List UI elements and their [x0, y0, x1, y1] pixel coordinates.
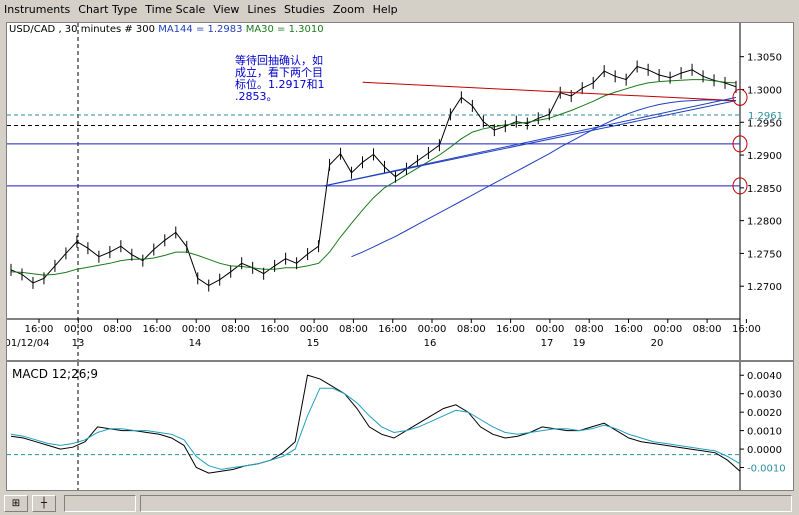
line-tool-icon: ┼	[40, 498, 48, 509]
macd-title: MACD 12;26;9	[12, 367, 99, 381]
chart-annotation: 等待回抽确认，如 成立，看下两个目 标位。1.2917和1 .2853。	[235, 54, 325, 103]
price-label: 1.2961	[748, 111, 783, 122]
x-tick-label: 16:00	[25, 324, 54, 335]
trendline	[362, 81, 737, 102]
menu-item-zoom[interactable]: Zoom	[329, 0, 369, 20]
price-chart-pane[interactable]: USD/CAD , 30 minutes # 300 MA144 = 1.298…	[6, 22, 794, 361]
crosshair-tool-button[interactable]: ⊞	[4, 495, 28, 512]
macd-y-tick-label: 0.0020	[747, 408, 782, 419]
menu-item-view[interactable]: View	[209, 0, 243, 20]
x-tick-label: 16:00	[732, 324, 761, 335]
date-label: 15	[307, 338, 320, 349]
series-ma30	[10, 79, 737, 276]
y-tick-label: 1.2700	[747, 282, 782, 293]
macd-y-tick-label: 0.0030	[747, 390, 782, 401]
macd-series-signal	[10, 387, 741, 470]
x-tick-label: 16:00	[378, 324, 407, 335]
ma144-label: MA144 = 1.2983	[158, 24, 243, 35]
macd-chart: 0.0040 0.0030 0.0020 0.0010 0.0000 -0.0010	[7, 362, 786, 490]
date-label: 13	[72, 338, 85, 349]
y-tick-label: 1.2850	[747, 184, 782, 195]
y-tick-label: 1.3050	[747, 53, 782, 64]
date-label: 01/12/04	[7, 338, 49, 349]
status-field-2	[140, 495, 792, 512]
macd-pane[interactable]: 0.0040 0.0030 0.0020 0.0010 0.0000 -0.0010 MA…	[6, 361, 794, 491]
y-tick-label: 1.3000	[747, 85, 782, 96]
status-bar: ⊞ ┼	[0, 492, 799, 515]
x-tick-label: 08:00	[339, 324, 368, 335]
x-tick-label: 00:00	[418, 324, 447, 335]
x-tick-label: 00:00	[653, 324, 682, 335]
line-tool-button[interactable]: ┼	[32, 495, 56, 512]
date-label: 16	[424, 338, 437, 349]
x-tick-label: 08:00	[575, 324, 604, 335]
price-chart: 1.30501.30001.29501.29001.28501.28001.27…	[7, 23, 783, 360]
macd-y-tick-label: -0.0010	[747, 464, 786, 475]
y-tick-label: 1.2750	[747, 249, 782, 260]
chart-header: USD/CAD , 30 minutes # 300 MA144 = 1.298…	[9, 24, 324, 35]
x-tick-label: 16:00	[614, 324, 643, 335]
x-tick-label: 08:00	[221, 324, 250, 335]
x-tick-label: 00:00	[64, 324, 93, 335]
menu-item-time-scale[interactable]: Time Scale	[141, 0, 209, 20]
macd-y-tick-label: 0.0010	[747, 427, 782, 438]
series-ma144	[351, 99, 736, 258]
x-tick-label: 16:00	[260, 324, 289, 335]
x-tick-label: 16:00	[142, 324, 171, 335]
x-tick-label: 16:00	[496, 324, 525, 335]
date-label: 19	[573, 338, 586, 349]
macd-y-tick-label: 0.0040	[747, 371, 782, 382]
x-tick-label: 08:00	[457, 324, 486, 335]
x-tick-label: 08:00	[103, 324, 132, 335]
date-label: 17	[541, 338, 554, 349]
date-label: 20	[651, 338, 664, 349]
menu-bar: Instruments Chart Type Time Scale View Lines…	[0, 0, 799, 20]
crosshair-icon: ⊞	[11, 498, 21, 509]
x-tick-label: 08:00	[693, 324, 722, 335]
symbol-label: USD/CAD , 30 minutes # 300	[9, 24, 156, 35]
macd-series-macd	[10, 374, 741, 474]
x-tick-label: 00:00	[182, 324, 211, 335]
menu-item-instruments[interactable]: Instruments	[0, 0, 74, 20]
ma30-label: MA30 = 1.3010	[245, 24, 324, 35]
macd-y-tick-label: 0.0000	[747, 445, 782, 456]
x-tick-label: 00:00	[300, 324, 329, 335]
x-tick-label: 00:00	[535, 324, 564, 335]
date-label: 14	[189, 338, 202, 349]
y-tick-label: 1.2800	[747, 217, 782, 228]
menu-item-chart-type[interactable]: Chart Type	[74, 0, 141, 20]
trendline	[324, 96, 737, 187]
menu-item-lines[interactable]: Lines	[243, 0, 280, 20]
y-tick-label: 1.2900	[747, 151, 782, 162]
menu-item-help[interactable]: Help	[369, 0, 402, 20]
menu-item-studies[interactable]: Studies	[280, 0, 329, 20]
status-field-1	[64, 495, 136, 512]
